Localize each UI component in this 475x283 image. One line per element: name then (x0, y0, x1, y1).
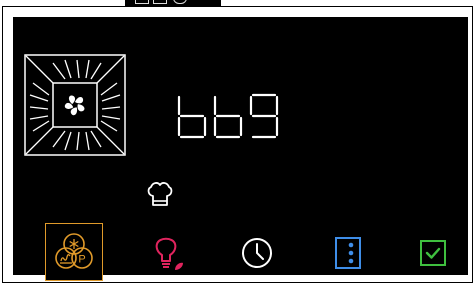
program-letter: P (78, 254, 85, 266)
top-tab-glyph (135, 0, 149, 4)
top-tab-glyph (153, 0, 167, 4)
readout-digit (177, 95, 207, 139)
mode-program-button[interactable]: P (45, 223, 103, 281)
options-button[interactable] (324, 229, 372, 277)
control-display: P (13, 17, 468, 281)
confirm-button[interactable] (409, 229, 457, 277)
readout-digits (177, 93, 279, 139)
timer-button[interactable] (233, 229, 281, 277)
oven-light-button[interactable] (145, 229, 193, 277)
chef-hat-icon (145, 179, 175, 213)
readout-digit (213, 95, 243, 139)
vertical-dots-icon (335, 237, 361, 269)
checkmark-icon (420, 240, 446, 266)
fan-steam-program-icon: P (55, 233, 93, 269)
readout-digit (249, 93, 279, 139)
top-tab-glyph (173, 0, 187, 4)
seven-segment-readout (175, 91, 295, 145)
oven-light-icon (155, 237, 183, 270)
clock-icon (242, 238, 272, 268)
oven-fan-icon[interactable] (23, 53, 127, 161)
